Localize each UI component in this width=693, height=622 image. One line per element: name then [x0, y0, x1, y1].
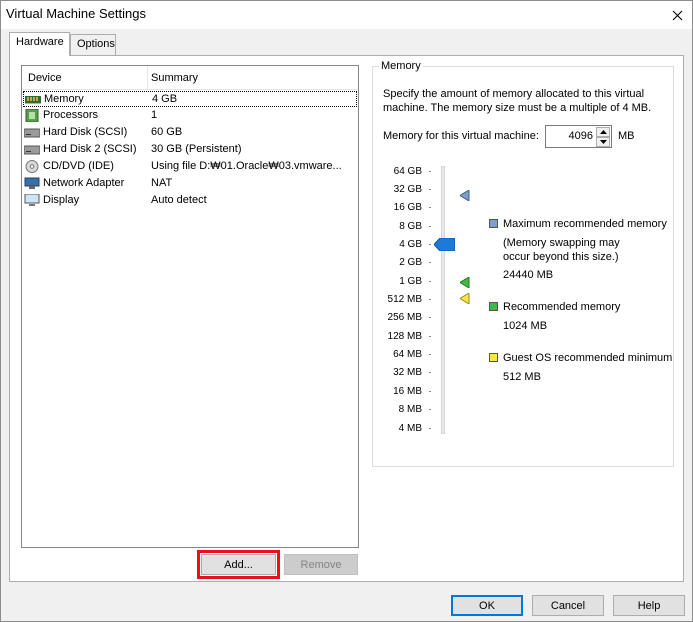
device-summary: 60 GB: [151, 126, 183, 138]
hard-disk-icon: [24, 128, 40, 138]
network-adapter-icon: [24, 177, 40, 189]
device-list: Device Summary Memory 4 GB Processors 1 …: [21, 65, 359, 548]
cancel-button[interactable]: Cancel: [532, 595, 604, 616]
device-name: Network Adapter: [43, 177, 125, 189]
processor-icon: [25, 109, 39, 122]
scale-label: 32 GB: [393, 184, 422, 195]
scale-label: 8 MB: [398, 404, 422, 415]
cancel-button-label: Cancel: [550, 599, 586, 612]
device-row-memory[interactable]: Memory 4 GB: [23, 91, 357, 107]
device-summary: 30 GB (Persistent): [151, 143, 242, 155]
scale-label: 512 MB: [387, 294, 422, 305]
device-row-display[interactable]: Display Auto detect: [23, 193, 357, 209]
max-recommended-note-line1: (Memory swapping may: [503, 237, 620, 249]
guest-min-value: 512 MB: [503, 371, 541, 383]
chevron-up-icon: [599, 130, 607, 134]
scale-label: 4 GB: [399, 239, 422, 250]
device-name: Memory: [44, 93, 84, 105]
remove-hardware-button[interactable]: Remove: [284, 554, 358, 575]
device-name: Processors: [43, 109, 99, 121]
tab-options[interactable]: Options: [70, 34, 116, 55]
memory-unit-label: MB: [618, 130, 635, 142]
max-recommended-legend-icon: [489, 219, 498, 228]
max-recommended-value: 24440 MB: [503, 269, 554, 281]
scale-label: 1 GB: [399, 276, 422, 287]
device-name: Display: [43, 194, 80, 206]
tab-options-label: Options: [77, 38, 115, 50]
ok-button-label: OK: [479, 599, 495, 612]
device-row-hard-disk-2[interactable]: Hard Disk 2 (SCSI) 30 GB (Persistent): [23, 142, 357, 158]
scale-label: 32 MB: [393, 367, 422, 378]
close-icon: [672, 10, 682, 20]
summary-column-header[interactable]: Summary: [151, 72, 198, 84]
recommended-legend-icon: [489, 302, 498, 311]
device-name: CD/DVD (IDE): [43, 160, 114, 172]
device-summary: 4 GB: [152, 93, 178, 105]
guest-min-legend-icon: [489, 353, 498, 362]
ok-button[interactable]: OK: [451, 595, 523, 616]
scale-label: 2 GB: [399, 257, 422, 268]
device-summary: Using file D:₩01.Oracle₩03.vmware...: [151, 160, 342, 172]
scale-label: 256 MB: [387, 312, 422, 323]
recommended-marker-icon: [460, 277, 470, 288]
memory-size-input[interactable]: 4096: [545, 125, 612, 148]
device-name: Hard Disk 2 (SCSI): [43, 143, 137, 155]
device-summary: Auto detect: [151, 194, 207, 206]
max-recommended-marker-icon: [460, 190, 470, 201]
device-row-hard-disk[interactable]: Hard Disk (SCSI) 60 GB: [23, 125, 357, 141]
max-recommended-note-line2: occur beyond this size.): [503, 251, 619, 263]
scale-label: 16 MB: [393, 386, 422, 397]
spin-up-button[interactable]: [596, 127, 610, 137]
device-list-header: Device Summary: [22, 66, 358, 90]
slider-ticks: [429, 171, 431, 429]
close-button[interactable]: [662, 1, 692, 29]
scale-label: 64 MB: [393, 349, 422, 360]
recommended-value: 1024 MB: [503, 320, 548, 332]
spin-down-button[interactable]: [596, 137, 610, 147]
memory-icon: [25, 96, 41, 104]
title-bar: Virtual Machine Settings: [1, 1, 692, 29]
tab-hardware[interactable]: Hardware: [9, 32, 70, 56]
column-separator[interactable]: [147, 66, 148, 90]
help-button[interactable]: Help: [613, 595, 685, 616]
scale-label: 8 GB: [399, 221, 422, 232]
max-recommended-title: Maximum recommended memory: [503, 218, 667, 230]
memory-group-label: Memory: [379, 60, 423, 72]
tab-hardware-label: Hardware: [16, 36, 64, 48]
cd-dvd-icon: [25, 160, 39, 173]
scale-label: 4 MB: [398, 423, 422, 434]
device-summary: 1: [151, 109, 158, 121]
memory-slider-track[interactable]: [441, 166, 445, 434]
hard-disk-icon: [24, 145, 40, 155]
device-column-header[interactable]: Device: [28, 72, 62, 84]
remove-button-label: Remove: [300, 558, 342, 571]
memory-slider-thumb[interactable]: [434, 238, 455, 251]
device-row-network-adapter[interactable]: Network Adapter NAT: [23, 176, 357, 192]
chevron-down-icon: [599, 140, 607, 144]
device-row-processors[interactable]: Processors 1: [23, 108, 357, 124]
memory-size-value: 4096: [568, 130, 593, 142]
hardware-panel: Device Summary Memory 4 GB Processors 1 …: [9, 55, 684, 582]
highlight-box: [197, 550, 280, 579]
recommended-title: Recommended memory: [503, 301, 621, 313]
memory-field-label: Memory for this virtual machine:: [383, 130, 539, 142]
device-row-cd-dvd[interactable]: CD/DVD (IDE) Using file D:₩01.Oracle₩03.…: [23, 159, 357, 175]
vm-settings-window: Virtual Machine Settings Hardware Option…: [0, 0, 693, 622]
scale-label: 16 GB: [393, 202, 422, 213]
memory-description: Specify the amount of memory allocated t…: [383, 88, 652, 114]
scale-label: 128 MB: [387, 331, 422, 342]
device-summary: NAT: [151, 177, 173, 189]
device-name: Hard Disk (SCSI): [43, 126, 128, 138]
guest-min-title: Guest OS recommended minimum: [503, 352, 673, 364]
help-button-label: Help: [637, 599, 661, 612]
guest-min-marker-icon: [460, 293, 470, 304]
display-icon: [24, 194, 40, 206]
window-title: Virtual Machine Settings: [6, 6, 146, 21]
scale-label: 64 GB: [393, 166, 422, 177]
